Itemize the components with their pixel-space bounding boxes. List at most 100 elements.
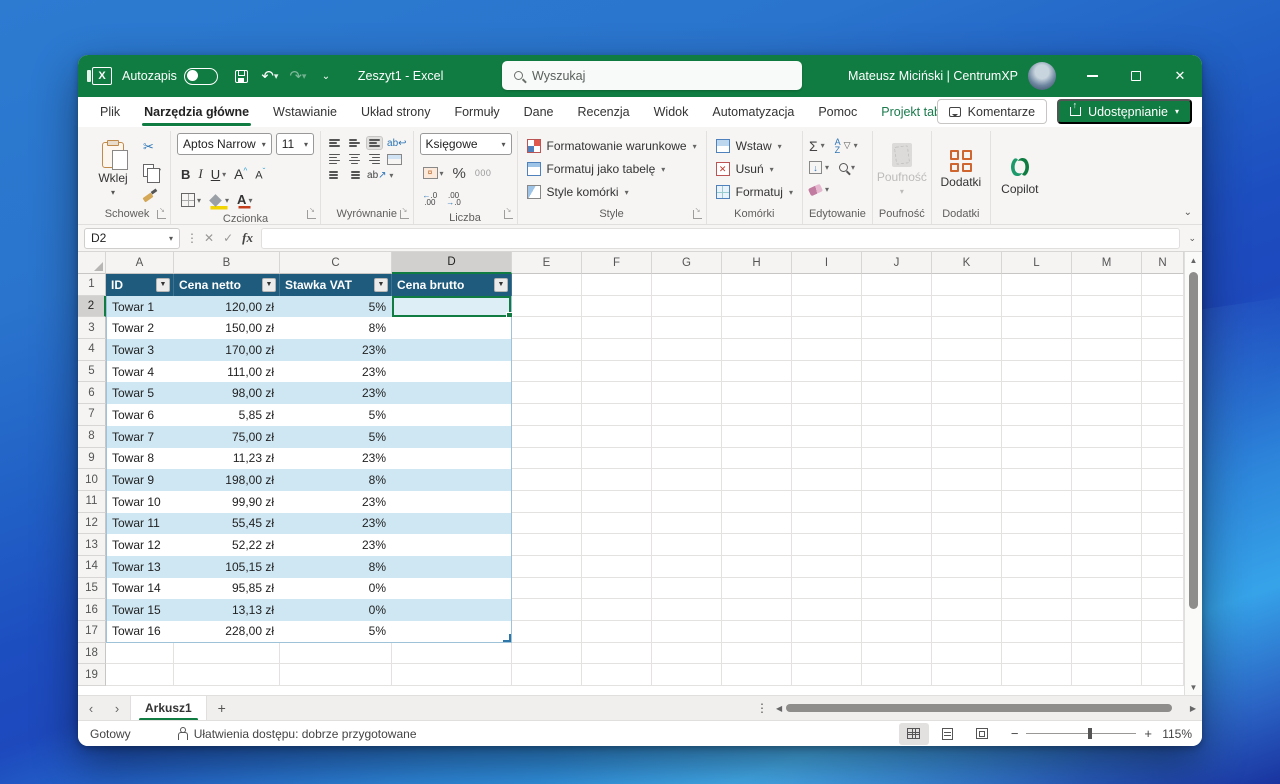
sensitivity-button[interactable]: Poufność▾ xyxy=(879,133,925,206)
cell-A5[interactable]: Towar 4 xyxy=(106,361,174,383)
cell-F2[interactable] xyxy=(582,296,652,318)
sheet-tab-arkusz1[interactable]: Arkusz1 xyxy=(130,696,207,721)
cell-D3[interactable] xyxy=(392,317,512,339)
cell-N3[interactable] xyxy=(1142,317,1184,339)
cell-N11[interactable] xyxy=(1142,491,1184,513)
comments-button[interactable]: Komentarze xyxy=(937,99,1047,124)
cell-F18[interactable] xyxy=(582,643,652,665)
cell-G19[interactable] xyxy=(652,664,722,686)
increase-indent-button[interactable] xyxy=(347,169,362,181)
cell-G8[interactable] xyxy=(652,426,722,448)
tab-formuły[interactable]: Formuły xyxy=(442,97,511,127)
underline-button[interactable]: U▾ xyxy=(211,167,226,182)
cell-A8[interactable]: Towar 7 xyxy=(106,426,174,448)
cell-K6[interactable] xyxy=(932,382,1002,404)
cell-N13[interactable] xyxy=(1142,534,1184,556)
cell-M13[interactable] xyxy=(1072,534,1142,556)
cell-A11[interactable]: Towar 10 xyxy=(106,491,174,513)
cell-F7[interactable] xyxy=(582,404,652,426)
cell-D4[interactable] xyxy=(392,339,512,361)
cell-N10[interactable] xyxy=(1142,469,1184,491)
row-header-11[interactable]: 11 xyxy=(78,491,106,513)
cell-I4[interactable] xyxy=(792,339,862,361)
increase-font-button[interactable]: A^ xyxy=(234,166,247,182)
decrease-font-button[interactable]: Aˇ xyxy=(255,167,265,182)
cell-K10[interactable] xyxy=(932,469,1002,491)
cell-M18[interactable] xyxy=(1072,643,1142,665)
cell-H3[interactable] xyxy=(722,317,792,339)
cell-A18[interactable] xyxy=(106,643,174,665)
avatar[interactable] xyxy=(1028,62,1056,90)
row-header-5[interactable]: 5 xyxy=(78,361,106,383)
cell-A17[interactable]: Towar 16 xyxy=(106,621,174,643)
cell-I14[interactable] xyxy=(792,556,862,578)
zoom-level[interactable]: 115% xyxy=(1156,727,1192,741)
cell-B19[interactable] xyxy=(174,664,280,686)
cell-L10[interactable] xyxy=(1002,469,1072,491)
cell-J14[interactable] xyxy=(862,556,932,578)
cell-D12[interactable] xyxy=(392,513,512,535)
font-dialog-launcher[interactable] xyxy=(307,210,316,219)
cell-J12[interactable] xyxy=(862,513,932,535)
cell-E13[interactable] xyxy=(512,534,582,556)
cell-K16[interactable] xyxy=(932,599,1002,621)
cell-H18[interactable] xyxy=(722,643,792,665)
cell-M9[interactable] xyxy=(1072,448,1142,470)
cell-C5[interactable]: 23% xyxy=(280,361,392,383)
cell-J8[interactable] xyxy=(862,426,932,448)
cell-C10[interactable]: 8% xyxy=(280,469,392,491)
cell-N19[interactable] xyxy=(1142,664,1184,686)
cell-F16[interactable] xyxy=(582,599,652,621)
row-header-18[interactable]: 18 xyxy=(78,643,106,665)
cell-H6[interactable] xyxy=(722,382,792,404)
cell-D10[interactable] xyxy=(392,469,512,491)
cell-H4[interactable] xyxy=(722,339,792,361)
cell-E8[interactable] xyxy=(512,426,582,448)
cell-N14[interactable] xyxy=(1142,556,1184,578)
cell-N16[interactable] xyxy=(1142,599,1184,621)
fill-color-button[interactable]: ▾ xyxy=(209,194,229,206)
cell-K8[interactable] xyxy=(932,426,1002,448)
clear-button[interactable]: ▾ xyxy=(809,180,829,199)
cell-C11[interactable]: 23% xyxy=(280,491,392,513)
borders-button[interactable]: ▾ xyxy=(181,193,201,207)
cell-B11[interactable]: 99,90 zł xyxy=(174,491,280,513)
cell-E16[interactable] xyxy=(512,599,582,621)
row-header-15[interactable]: 15 xyxy=(78,578,106,600)
cell-M17[interactable] xyxy=(1072,621,1142,643)
close-button[interactable]: ✕ xyxy=(1158,55,1202,97)
cell-I3[interactable] xyxy=(792,317,862,339)
cell-F4[interactable] xyxy=(582,339,652,361)
tab-pomoc[interactable]: Pomoc xyxy=(806,97,869,127)
format-as-table-button[interactable]: Formatuj jako tabelę▾ xyxy=(524,159,700,179)
column-header-F[interactable]: F xyxy=(582,252,652,274)
tab-układ-strony[interactable]: Układ strony xyxy=(349,97,442,127)
maximize-button[interactable] xyxy=(1114,55,1158,97)
align-left-button[interactable] xyxy=(327,153,342,165)
cell-H8[interactable] xyxy=(722,426,792,448)
cell-E17[interactable] xyxy=(512,621,582,643)
styles-dialog-launcher[interactable] xyxy=(693,210,702,219)
cell-D8[interactable] xyxy=(392,426,512,448)
column-header-L[interactable]: L xyxy=(1002,252,1072,274)
cell-A19[interactable] xyxy=(106,664,174,686)
cell-J7[interactable] xyxy=(862,404,932,426)
cell-J4[interactable] xyxy=(862,339,932,361)
cell-A2[interactable]: Towar 1 xyxy=(106,296,174,318)
cell-L12[interactable] xyxy=(1002,513,1072,535)
cell-L4[interactable] xyxy=(1002,339,1072,361)
insert-function-button[interactable]: fx xyxy=(242,230,253,246)
cell-I16[interactable] xyxy=(792,599,862,621)
cell-G5[interactable] xyxy=(652,361,722,383)
cancel-formula-button[interactable]: ✕ xyxy=(204,231,214,245)
cell-G11[interactable] xyxy=(652,491,722,513)
cell-E11[interactable] xyxy=(512,491,582,513)
cell-I2[interactable] xyxy=(792,296,862,318)
scroll-right-icon[interactable]: ▶ xyxy=(1190,704,1196,713)
copy-button[interactable]: ▾ xyxy=(140,160,164,181)
column-header-A[interactable]: A xyxy=(106,252,174,274)
zoom-in-button[interactable]: + xyxy=(1144,726,1152,741)
accessibility-status[interactable]: Ułatwienia dostępu: dobrze przygotowane xyxy=(177,727,417,741)
cell-K12[interactable] xyxy=(932,513,1002,535)
search-input[interactable]: Wyszukaj xyxy=(502,61,802,90)
